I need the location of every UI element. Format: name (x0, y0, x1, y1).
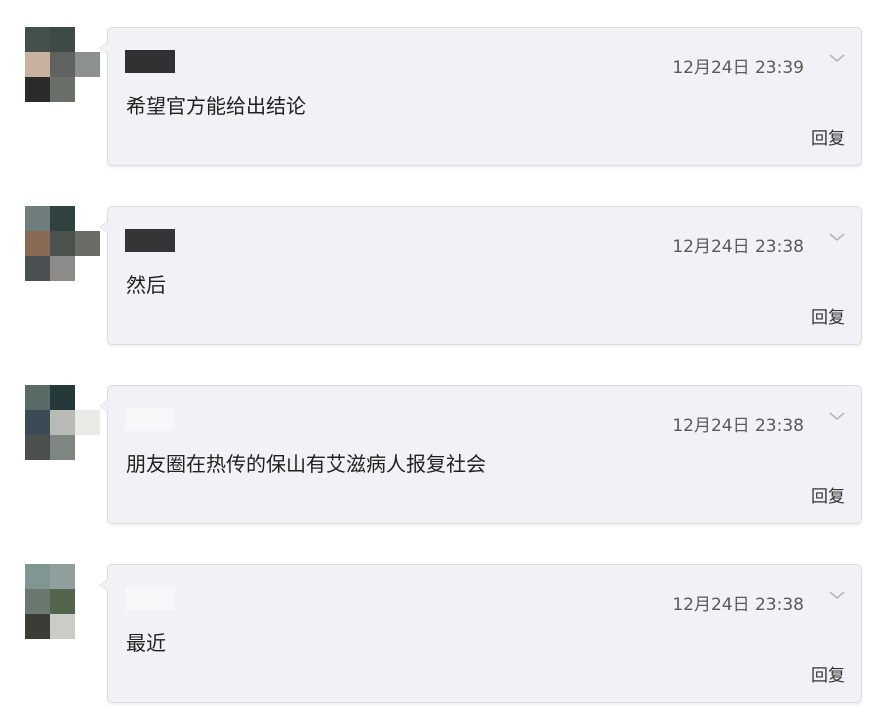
avatar-mosaic-tile (50, 410, 75, 435)
username-redacted[interactable] (125, 408, 175, 431)
avatar-mosaic-tile (50, 435, 75, 460)
avatar-mosaic-tile (25, 435, 50, 460)
avatar-mosaic-tile (75, 231, 100, 256)
avatar-mosaic-tile (25, 410, 50, 435)
username-redacted[interactable] (125, 587, 175, 610)
avatar-mosaic-tile (75, 410, 100, 435)
comment-list: 12月24日 23:39 希望官方能给出结论 回复 12月24日 23:38 然… (0, 0, 883, 717)
comment-text: 然后 (126, 273, 166, 297)
comment-item: 12月24日 23:39 希望官方能给出结论 回复 (0, 27, 883, 172)
avatar[interactable] (25, 27, 100, 102)
avatar[interactable] (25, 385, 100, 460)
avatar-mosaic-tile (75, 589, 100, 614)
avatar-mosaic-tile (75, 564, 100, 589)
chevron-down-icon[interactable] (827, 587, 847, 603)
avatar-mosaic-tile (25, 27, 50, 52)
comment-timestamp: 12月24日 23:39 (672, 58, 804, 78)
avatar-mosaic-tile (75, 27, 100, 52)
chevron-down-icon[interactable] (827, 229, 847, 245)
avatar-mosaic-tile (50, 564, 75, 589)
avatar-mosaic-tile (75, 385, 100, 410)
comment-text: 最近 (126, 631, 166, 655)
comment-text: 希望官方能给出结论 (126, 94, 306, 118)
chevron-down-icon[interactable] (827, 408, 847, 424)
avatar-mosaic-tile (75, 206, 100, 231)
comment-timestamp: 12月24日 23:38 (672, 237, 804, 257)
username-redacted[interactable] (125, 229, 175, 252)
comment-bubble: 12月24日 23:38 朋友圈在热传的保山有艾滋病人报复社会 回复 (99, 385, 862, 524)
avatar-mosaic-tile (50, 52, 75, 77)
avatar-mosaic-tile (75, 52, 100, 77)
avatar-mosaic-tile (25, 385, 50, 410)
avatar-mosaic-tile (50, 385, 75, 410)
avatar-mosaic-tile (75, 77, 100, 102)
avatar-mosaic-tile (50, 27, 75, 52)
avatar[interactable] (25, 564, 100, 639)
reply-button[interactable]: 回复 (811, 661, 845, 686)
avatar-mosaic-tile (25, 77, 50, 102)
avatar-mosaic-tile (25, 256, 50, 281)
username-redacted[interactable] (125, 50, 175, 73)
avatar-mosaic-tile (50, 206, 75, 231)
avatar-mosaic-tile (25, 206, 50, 231)
avatar-mosaic-tile (25, 52, 50, 77)
avatar-mosaic-tile (75, 614, 100, 639)
avatar-mosaic-tile (50, 231, 75, 256)
avatar-mosaic-tile (75, 435, 100, 460)
avatar-mosaic-tile (50, 77, 75, 102)
chevron-down-icon[interactable] (827, 50, 847, 66)
comment-text: 朋友圈在热传的保山有艾滋病人报复社会 (126, 452, 486, 476)
reply-button[interactable]: 回复 (811, 303, 845, 328)
comment-timestamp: 12月24日 23:38 (672, 416, 804, 436)
avatar-mosaic-tile (50, 256, 75, 281)
comment-item: 12月24日 23:38 然后 回复 (0, 206, 883, 351)
comment-item: 12月24日 23:38 最近 回复 (0, 564, 883, 709)
avatar-mosaic-tile (50, 589, 75, 614)
avatar[interactable] (25, 206, 100, 281)
comment-item: 12月24日 23:38 朋友圈在热传的保山有艾滋病人报复社会 回复 (0, 385, 883, 530)
comment-bubble: 12月24日 23:39 希望官方能给出结论 回复 (99, 27, 862, 166)
avatar-mosaic-tile (50, 614, 75, 639)
reply-button[interactable]: 回复 (811, 482, 845, 507)
avatar-mosaic-tile (25, 564, 50, 589)
avatar-mosaic-tile (25, 589, 50, 614)
reply-button[interactable]: 回复 (811, 124, 845, 149)
avatar-mosaic-tile (25, 231, 50, 256)
comment-bubble: 12月24日 23:38 最近 回复 (99, 564, 862, 703)
avatar-mosaic-tile (25, 614, 50, 639)
comment-bubble: 12月24日 23:38 然后 回复 (99, 206, 862, 345)
comment-timestamp: 12月24日 23:38 (672, 595, 804, 615)
avatar-mosaic-tile (75, 256, 100, 281)
